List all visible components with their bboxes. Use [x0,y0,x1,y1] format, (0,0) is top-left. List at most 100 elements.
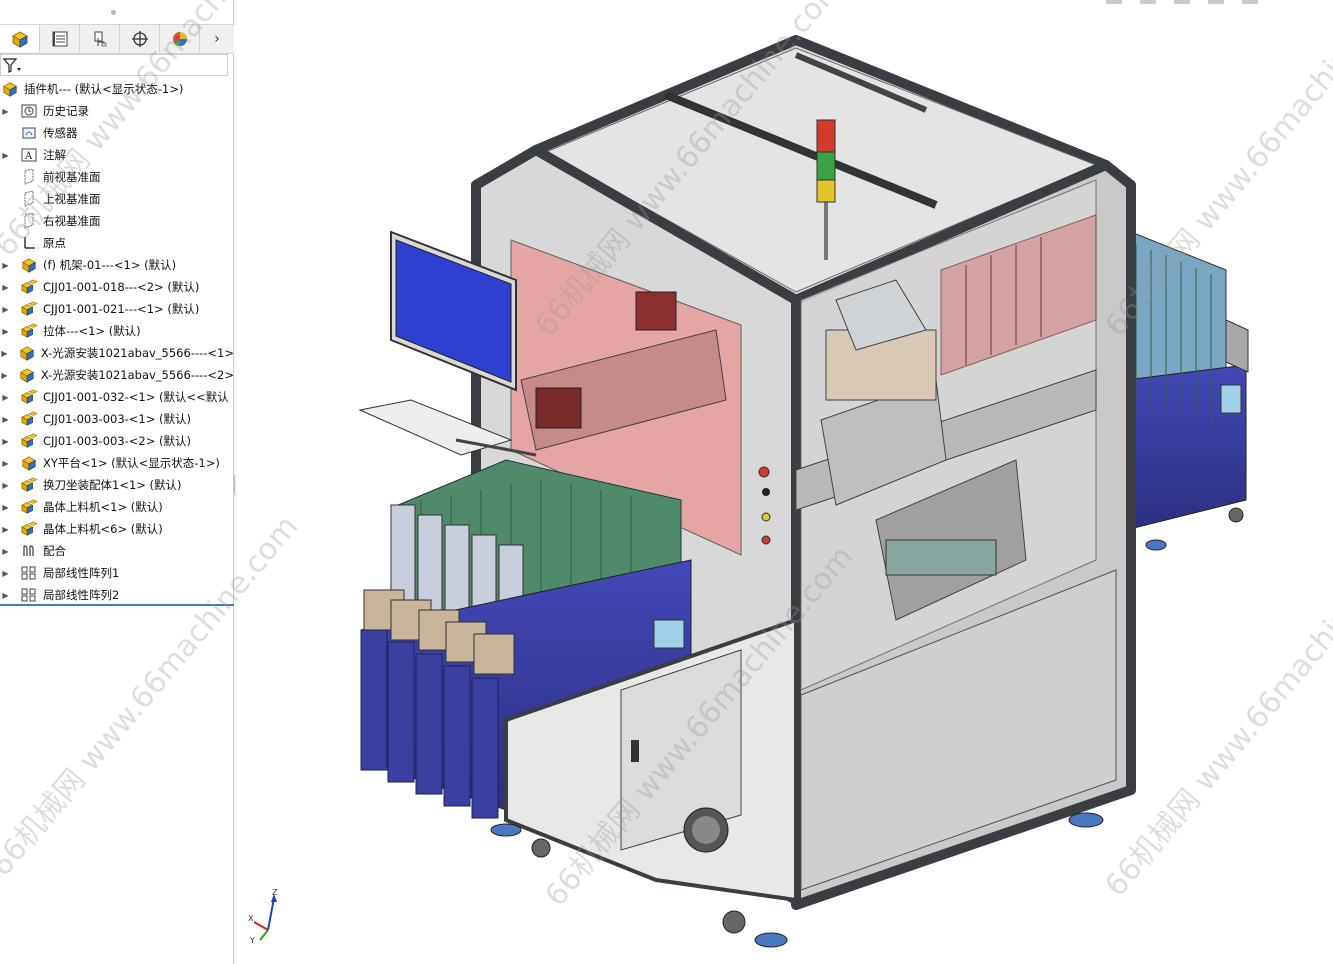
origin-icon [19,234,39,252]
sensor-icon [19,124,39,142]
tree-item-label: 晶体上料机<6> (默认) [43,522,163,536]
expand-arrow-icon[interactable]: ▶ [1,364,8,386]
subassembly-icon [19,300,39,318]
config-icon [94,31,106,46]
expand-arrow-icon[interactable]: ▶ [1,254,10,276]
part-icon [19,256,39,274]
feature-manager-panel: › 插件机--- (默认<显示状态-1>) ▶历史记录▶传感器▶A注解▶前视基准… [0,0,234,964]
tree-item[interactable]: ▶ CJJ01-001-032-<1> (默认<<默认 [0,386,234,408]
tree-item-label: 配合 [43,544,66,558]
tree-item-label: 历史记录 [43,104,89,118]
tree-item[interactable]: ▶右视基准面 [0,210,234,232]
tree-item[interactable]: ▶ X-光源安装1021abav_5566----<2> [0,364,234,386]
subassembly-icon [19,520,39,538]
mates-icon [19,542,39,560]
tree-item-label: CJJ01-003-003-<1> (默认) [43,412,192,426]
tree-item-label: CJJ01-001-032-<1> (默认<<默认 [43,390,229,404]
appearance-icon [172,31,187,46]
expand-arrow-icon[interactable]: ▶ [1,518,10,540]
tree-item-label: X-光源安装1021abav_5566----<1> [40,346,234,360]
triad-z-label: Z [272,888,278,897]
tree-item[interactable]: ▶ CJJ01-003-003-<1> (默认) [0,408,234,430]
tree-item-label: XY平台<1> (默认<显示状态-1>) [43,456,220,470]
tree-item[interactable]: ▶前视基准面 [0,166,234,188]
svg-text:A: A [24,151,33,162]
tree-item-label: (f) 机架-01---<1> (默认) [43,258,177,272]
tree-root-label: 插件机--- (默认<显示状态-1>) [24,82,184,96]
tree-item[interactable]: ▶ 晶体上料机<6> (默认) [0,518,234,540]
pattern-icon [19,564,39,582]
tree-filter-box[interactable] [0,54,228,76]
tree-item[interactable]: ▶ (f) 机架-01---<1> (默认) [0,254,234,276]
tree-item-label: 传感器 [43,126,78,140]
tree-item[interactable]: ▶ X-光源安装1021abav_5566----<1> [0,342,234,364]
tab-configuration-manager[interactable] [80,25,120,52]
tree-end-marker [0,604,234,606]
tree-item-label: CJJ01-001-021---<1> (默认) [43,302,200,316]
triad-x-label: X [248,914,254,923]
tab-property-manager[interactable] [40,25,80,52]
expand-arrow-icon[interactable]: ▶ [1,298,10,320]
triad-y-label: Y [250,936,255,945]
tree-item-label: 前视基准面 [43,170,101,184]
expand-arrow-icon[interactable]: ▶ [1,452,10,474]
annotation-icon: A [19,146,39,164]
tree-root[interactable]: 插件机--- (默认<显示状态-1>) [0,79,234,99]
history-icon [19,102,39,120]
tree-item-label: 右视基准面 [43,214,101,228]
tree-item-label: CJJ01-001-018---<2> (默认) [43,280,200,294]
tab-feature-manager[interactable] [0,25,40,52]
tree-item-label: 局部线性阵列1 [43,566,120,580]
tree-item-label: 注解 [43,148,66,162]
tree-item[interactable]: ▶ 局部线性阵列2 [0,584,234,606]
subassembly-icon [19,498,39,516]
tabs-scroll-right-icon[interactable]: › [200,25,234,52]
tree-item-label: 局部线性阵列2 [43,588,120,602]
subassembly-icon [19,410,39,428]
tree-item[interactable]: ▶ 配合 [0,540,234,562]
subassembly-icon [19,432,39,450]
part-icon [17,344,37,362]
expand-arrow-icon[interactable]: ▶ [1,408,10,430]
expand-arrow-icon[interactable]: ▶ [1,342,8,364]
tab-dimxpert-manager[interactable] [120,25,160,52]
tree-item[interactable]: ▶ CJJ01-001-021---<1> (默认) [0,298,234,320]
filter-icon[interactable] [2,57,22,75]
subassembly-icon [19,322,39,340]
expand-arrow-icon[interactable]: ▶ [1,430,10,452]
tree-item[interactable]: ▶传感器 [0,122,234,144]
expand-arrow-icon[interactable]: ▶ [1,320,10,342]
expand-arrow-icon[interactable]: ▶ [1,496,10,518]
tree-item-label: CJJ01-003-003-<2> (默认) [43,434,192,448]
tree-item-label: 上视基准面 [43,192,101,206]
expand-arrow-icon[interactable]: ▶ [1,584,10,606]
expand-arrow-icon[interactable]: ▶ [1,276,10,298]
tree-item[interactable]: ▶ 历史记录 [0,100,234,122]
expand-arrow-icon[interactable]: ▶ [1,562,10,584]
machine-model[interactable] [236,0,1333,964]
expand-arrow-icon[interactable]: ▶ [1,540,10,562]
tab-display-manager[interactable] [160,25,200,52]
expand-arrow-icon[interactable]: ▶ [1,144,10,166]
tree-item[interactable]: ▶ 局部线性阵列1 [0,562,234,584]
tree-item[interactable]: ▶ A 注解 [0,144,234,166]
tree-item[interactable]: ▶ CJJ01-001-018---<2> (默认) [0,276,234,298]
tree-item[interactable]: ▶上视基准面 [0,188,234,210]
expand-arrow-icon[interactable]: ▶ [1,386,10,408]
subassembly-icon [19,388,39,406]
assembly-icon [0,80,20,98]
graphics-area[interactable]: 66机械网 www.66machine.com 66机械网 www.66mach… [0,0,1333,964]
expand-arrow-icon[interactable]: ▶ [1,474,10,496]
tree-item[interactable]: ▶ 拉体---<1> (默认) [0,320,234,342]
tree-item[interactable]: ▶ 晶体上料机<1> (默认) [0,496,234,518]
subassembly-icon [19,278,39,296]
tree-item-label: 拉体---<1> (默认) [43,324,141,338]
tree-item[interactable]: ▶ CJJ01-003-003-<2> (默认) [0,430,234,452]
tree-item-label: X-光源安装1021abav_5566----<2> [40,368,234,382]
tree-item[interactable]: ▶原点 [0,232,234,254]
assembly-icon [11,31,28,48]
tree-item[interactable]: ▶ 换刀坐装配体1<1> (默认) [0,474,234,496]
expand-arrow-icon[interactable]: ▶ [1,100,10,122]
tree-item[interactable]: ▶ XY平台<1> (默认<显示状态-1>) [0,452,234,474]
panel-grip[interactable] [0,0,234,24]
